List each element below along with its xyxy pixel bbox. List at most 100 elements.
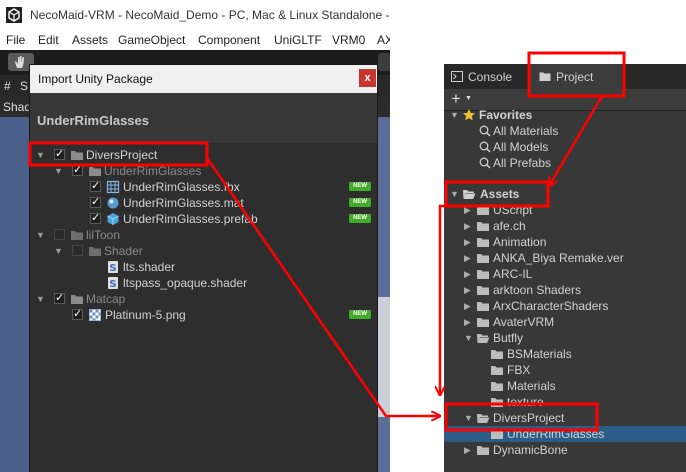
checkbox[interactable] [72, 307, 83, 320]
folder-icon [477, 222, 489, 231]
expand-arrow-icon[interactable]: ▼ [36, 150, 45, 160]
menu-file[interactable]: File [6, 33, 25, 47]
dialog-close-button[interactable]: x [359, 69, 376, 87]
favorites-row[interactable]: ▼ Favorites [444, 107, 686, 123]
asset-folder-row[interactable]: FBX [444, 362, 686, 378]
asset-folder-row[interactable]: Materials [444, 378, 686, 394]
folder-icon [477, 302, 489, 311]
checkbox[interactable] [90, 179, 101, 192]
checkbox[interactable] [72, 163, 83, 176]
tree-row[interactable]: UnderRimGlasses.fbx NEW [30, 179, 377, 195]
expand-arrow-icon[interactable]: ▶ [464, 205, 471, 216]
panel-tab-bar: Console Project [444, 64, 686, 89]
expand-arrow-icon[interactable]: ▶ [464, 269, 471, 280]
scene-tab[interactable]: S [20, 79, 28, 93]
asset-folder-row[interactable]: ▶ Animation [444, 234, 686, 250]
asset-folder-label: Butfly [493, 331, 524, 345]
asset-folder-label: ARC-IL [493, 267, 533, 281]
import-file-tree: ▼ DiversProject ▼ UnderRimGlasses UnderR… [30, 143, 377, 472]
expand-arrow-icon[interactable]: ▼ [36, 294, 45, 304]
new-badge: NEW [349, 310, 371, 319]
tree-row[interactable]: Platinum-5.png NEW [30, 307, 377, 323]
asset-folder-row[interactable]: ▼ Butfly [444, 330, 686, 346]
checkbox[interactable] [90, 211, 101, 224]
import-package-dialog: Import Unity Package x UnderRimGlasses ▼… [29, 64, 378, 472]
svg-text:S: S [109, 279, 116, 290]
expand-arrow-icon[interactable]: ▼ [464, 333, 473, 343]
expand-arrow-icon[interactable]: ▼ [54, 246, 63, 256]
layers-button[interactable] [378, 53, 390, 71]
favorite-item[interactable]: All Prefabs [444, 155, 686, 171]
expand-arrow-icon[interactable]: ▶ [464, 445, 471, 456]
scene-viewport-right[interactable] [378, 117, 390, 472]
asset-folder-row[interactable]: ▶ ARC-IL [444, 266, 686, 282]
checkbox[interactable] [54, 229, 65, 240]
assets-row[interactable]: ▼ Assets [444, 186, 686, 202]
asset-folder-row[interactable]: BSMaterials [444, 346, 686, 362]
tree-row[interactable]: ▼ Shader [30, 243, 377, 259]
folder-icon [491, 430, 503, 439]
tree-item-label: ltspass_opaque.shader [123, 276, 248, 290]
folder-icon [71, 151, 83, 160]
checkbox[interactable] [54, 147, 65, 160]
asset-folder-row[interactable]: ▶ AvaterVRM [444, 314, 686, 330]
menu-component[interactable]: Component [198, 33, 260, 47]
tree-row[interactable]: ▼ UnderRimGlasses [30, 163, 377, 179]
tab-console[interactable]: Console [444, 64, 526, 89]
menu-unigltf[interactable]: UniGLTF [274, 33, 322, 47]
new-badge: NEW [349, 182, 371, 191]
menu-vrm0[interactable]: VRM0 [332, 33, 365, 47]
folder-open-icon [477, 414, 490, 423]
add-asset-button[interactable]: + [451, 89, 461, 109]
asset-folder-row[interactable]: ▶ ArxCharacterShaders [444, 298, 686, 314]
expand-arrow-icon[interactable]: ▶ [464, 237, 471, 248]
folder-icon [491, 398, 503, 407]
tree-row[interactable]: ▼ lilToon [30, 227, 377, 243]
checkbox[interactable] [72, 245, 83, 256]
shading-mode-label[interactable]: Shad [3, 100, 31, 114]
tree-row[interactable]: ▼ DiversProject [30, 147, 377, 163]
menu-edit[interactable]: Edit [38, 33, 59, 47]
tree-row[interactable]: S lts.shader [30, 259, 377, 275]
chevron-down-icon[interactable]: ▼ [465, 95, 472, 102]
asset-folder-row[interactable]: ▶ UScript [444, 202, 686, 218]
menu-assets[interactable]: Assets [72, 33, 108, 47]
asset-folder-row[interactable]: ▶ DynamicBone [444, 442, 686, 458]
tree-row[interactable]: UnderRimGlasses.mat NEW [30, 195, 377, 211]
asset-folder-row-selected[interactable]: UnderRimGlasses [444, 426, 686, 442]
tree-item-label: DiversProject [86, 148, 158, 162]
menu-ax[interactable]: AX [377, 33, 390, 47]
expand-arrow-icon[interactable]: ▶ [464, 253, 471, 264]
checkbox[interactable] [90, 195, 101, 208]
folder-icon [477, 238, 489, 247]
menu-gameobject[interactable]: GameObject [118, 33, 185, 47]
folder-icon [89, 167, 101, 176]
expand-arrow-icon[interactable]: ▼ [450, 110, 459, 120]
expand-arrow-icon[interactable]: ▼ [450, 189, 459, 199]
asset-folder-row[interactable]: ▶ arktoon Shaders [444, 282, 686, 298]
expand-arrow-icon[interactable]: ▼ [464, 413, 473, 423]
tree-row[interactable]: UnderRimGlasses.prefab NEW [30, 211, 377, 227]
asset-folder-row[interactable]: ▶ afe.ch [444, 218, 686, 234]
favorite-item[interactable]: All Materials [444, 123, 686, 139]
assets-label: Assets [480, 187, 520, 201]
scene-viewport[interactable] [0, 117, 30, 472]
expand-arrow-icon[interactable]: ▶ [464, 301, 471, 312]
tab-project[interactable]: Project [530, 64, 622, 89]
checkbox[interactable] [54, 291, 65, 304]
tree-row[interactable]: S ltspass_opaque.shader [30, 275, 377, 291]
expand-arrow-icon[interactable]: ▼ [36, 230, 45, 240]
asset-folder-row[interactable]: texture [444, 394, 686, 410]
search-icon [479, 141, 491, 153]
tree-row[interactable]: ▼ Matcap [30, 291, 377, 307]
expand-arrow-icon[interactable]: ▶ [464, 317, 471, 328]
asset-folder-row[interactable]: ▼ DiversProject [444, 410, 686, 426]
tab-label: Project [556, 70, 594, 84]
expand-arrow-icon[interactable]: ▶ [464, 285, 471, 296]
asset-folder-label: Animation [493, 235, 547, 249]
expand-arrow-icon[interactable]: ▶ [464, 221, 471, 232]
favorite-item[interactable]: All Models [444, 139, 686, 155]
expand-arrow-icon[interactable]: ▼ [54, 166, 63, 176]
prefab-cube-icon [107, 213, 119, 225]
asset-folder-row[interactable]: ▶ ANKA_Biya Remake.ver [444, 250, 686, 266]
